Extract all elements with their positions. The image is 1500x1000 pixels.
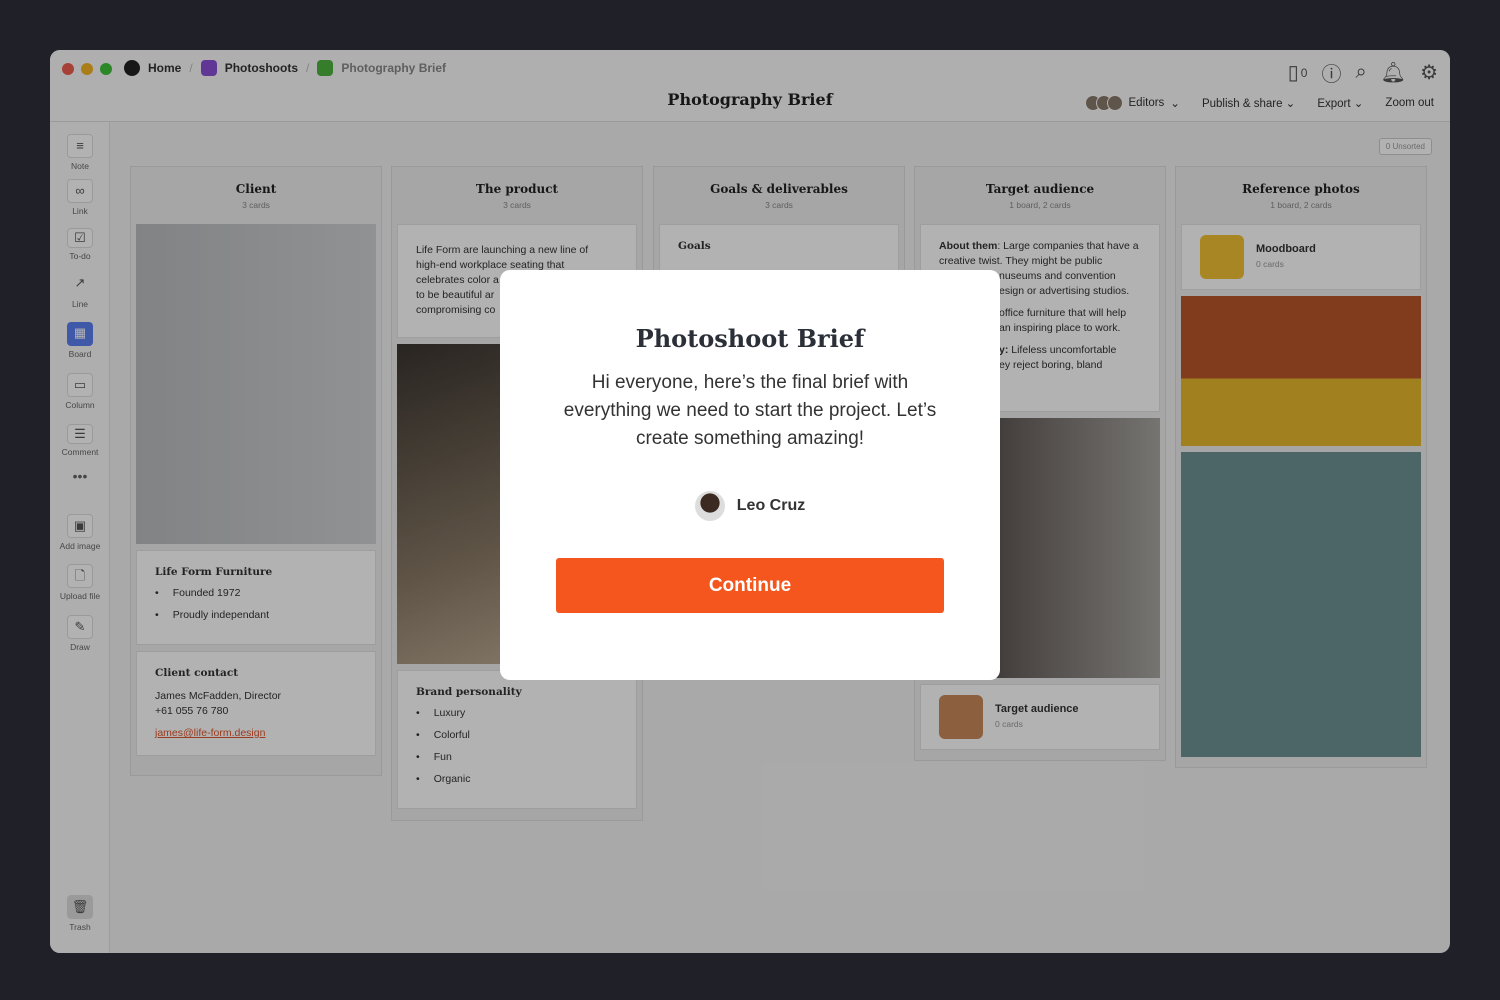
continue-button[interactable]: Continue bbox=[556, 558, 944, 613]
modal-title: Photoshoot Brief bbox=[635, 324, 865, 353]
avatar bbox=[694, 491, 725, 521]
modal-body: Hi everyone, here’s the final brief with… bbox=[563, 372, 937, 449]
author: Leo Cruz bbox=[500, 491, 1000, 521]
modal-dialog: Photoshoot Brief Hi everyone, here’s the… bbox=[500, 270, 1000, 680]
author-name: Leo Cruz bbox=[736, 497, 806, 514]
